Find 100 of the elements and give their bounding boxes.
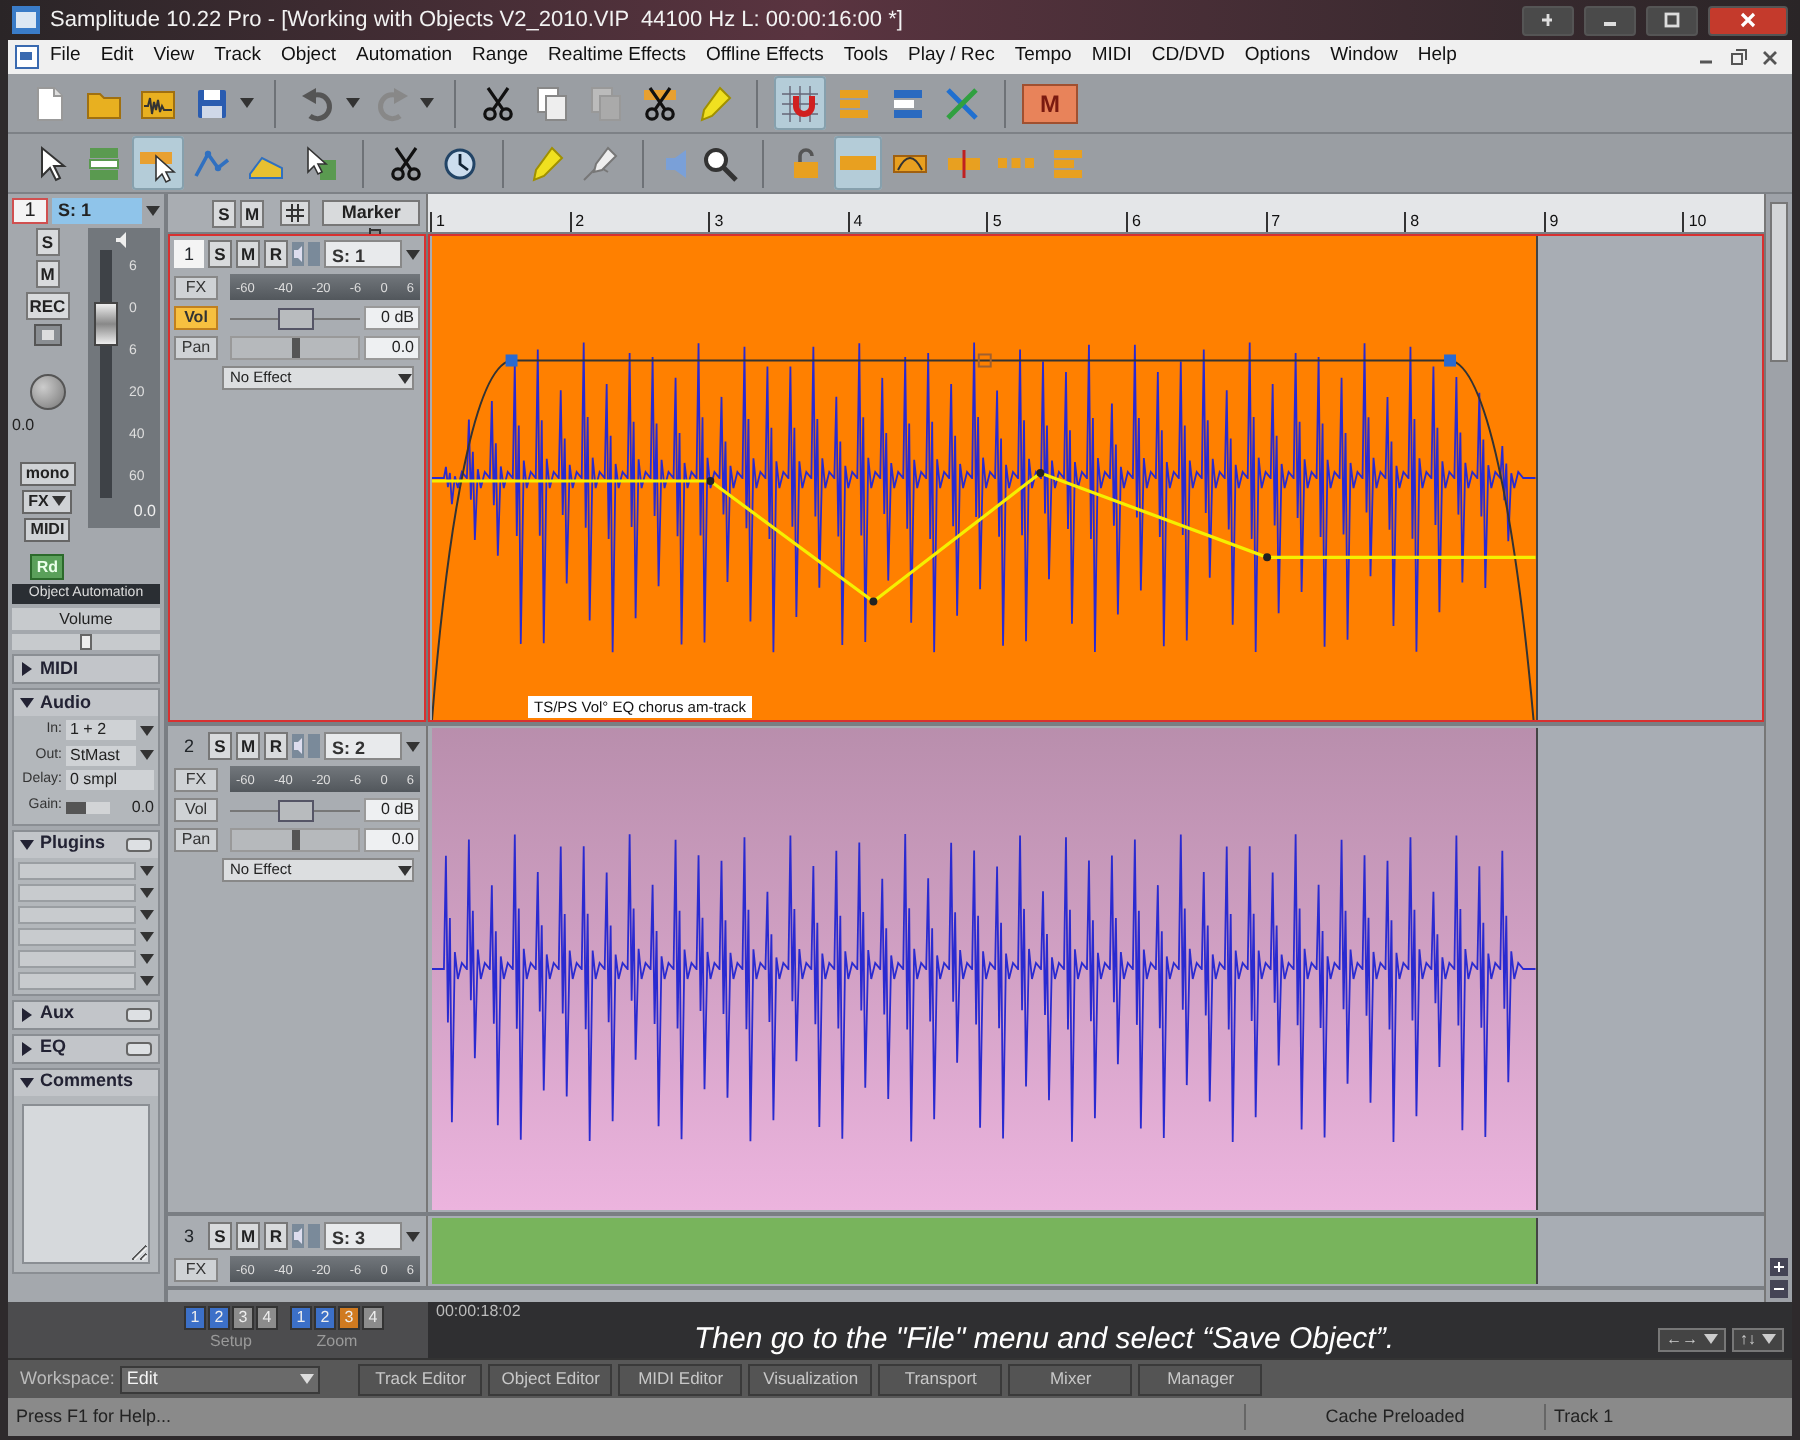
menu-item[interactable]: Realtime Effects <box>538 42 697 72</box>
caret-icon[interactable] <box>420 98 434 108</box>
collapse-arrow-icon[interactable] <box>20 837 34 851</box>
collapse-arrow-icon[interactable] <box>20 696 34 710</box>
record-button[interactable]: REC <box>25 292 70 320</box>
solo-button[interactable]: S <box>212 199 236 227</box>
volume-button[interactable]: Vol <box>174 798 218 822</box>
pan-slider[interactable] <box>230 828 360 852</box>
fx-button[interactable]: FX <box>174 767 218 791</box>
fx-button[interactable]: FX <box>174 1257 218 1281</box>
workspace-select[interactable]: Edit <box>120 1365 321 1393</box>
track-name-field[interactable]: S: 1 <box>52 198 142 224</box>
expand-arrow-icon[interactable] <box>20 1041 34 1055</box>
menu-item[interactable]: View <box>143 42 205 72</box>
scrollbar-thumb[interactable] <box>1770 202 1788 362</box>
automation-parameter[interactable]: Volume <box>12 608 160 630</box>
option-button[interactable]: MIDI <box>24 518 71 542</box>
workspace-tab[interactable]: Track Editor <box>358 1363 483 1395</box>
comment-field[interactable] <box>22 1103 150 1263</box>
maximize-button[interactable] <box>1646 5 1698 35</box>
timeline-ruler[interactable]: 1 2 3 4 5 6 7 8 9 10 <box>428 194 1764 232</box>
section-toggle[interactable] <box>126 1041 152 1055</box>
plus-icon[interactable] <box>1770 1258 1788 1276</box>
expand-arrow-icon[interactable] <box>20 1007 34 1021</box>
menu-item[interactable]: Edit <box>90 42 144 72</box>
zoom-dropdown[interactable]: ←→ <box>1658 1327 1726 1351</box>
zoom-dropdown[interactable]: ↑↓ <box>1732 1327 1784 1351</box>
input-field[interactable]: 0 smpl <box>66 770 154 791</box>
track-name-field[interactable]: S: 3 <box>324 1222 402 1250</box>
option-button[interactable]: FX <box>22 490 73 514</box>
pan-slider[interactable] <box>230 336 360 360</box>
menu-item[interactable]: Tempo <box>1004 42 1082 72</box>
minus-icon[interactable] <box>1770 1280 1788 1298</box>
grid-button[interactable] <box>280 200 311 226</box>
monitor-icon[interactable] <box>292 1224 320 1248</box>
pan-button[interactable]: Pan <box>174 828 218 852</box>
caret-icon[interactable] <box>406 249 420 259</box>
monitor-icon[interactable] <box>292 734 320 758</box>
menu-item[interactable]: Window <box>1320 42 1408 72</box>
menu-item[interactable]: CD/DVD <box>1141 42 1235 72</box>
workspace-tab[interactable]: Object Editor <box>488 1363 613 1395</box>
caret-icon[interactable] <box>146 206 160 216</box>
workspace-tab[interactable]: MIDI Editor <box>618 1363 743 1395</box>
minimize-button[interactable] <box>1584 5 1636 35</box>
setup-preset-button[interactable]: 2 <box>208 1306 230 1330</box>
slider-thumb[interactable] <box>277 799 313 821</box>
workspace-tab[interactable]: Manager <box>1138 1363 1263 1395</box>
automation-slider[interactable] <box>12 634 160 650</box>
solo-button[interactable]: S <box>208 1222 232 1250</box>
mute-button[interactable]: M <box>236 732 260 760</box>
pan-button[interactable]: Pan <box>174 336 218 360</box>
menu-item[interactable]: Help <box>1407 42 1467 72</box>
record-button[interactable]: R <box>264 240 288 268</box>
track-name-field[interactable]: S: 2 <box>324 732 402 760</box>
workspace-tab[interactable]: Mixer <box>1008 1363 1133 1395</box>
workspace-tab[interactable]: Visualization <box>748 1363 873 1395</box>
section-toggle[interactable] <box>126 1007 152 1021</box>
close-icon[interactable] <box>1760 47 1780 67</box>
pan-knob[interactable] <box>29 374 66 410</box>
solo-button[interactable]: S <box>208 240 232 268</box>
menu-item[interactable]: Automation <box>345 42 463 72</box>
track-name-field[interactable]: S: 1 <box>324 240 402 268</box>
solo-button[interactable]: S <box>208 732 232 760</box>
select-field[interactable]: 1 + 2 <box>66 720 136 741</box>
fx-button[interactable]: FX <box>174 275 218 299</box>
menu-item[interactable]: Range <box>462 42 539 72</box>
caret-icon[interactable] <box>406 1231 420 1241</box>
workspace-tab[interactable]: Transport <box>878 1363 1003 1395</box>
slider-thumb[interactable] <box>291 830 299 850</box>
record-button[interactable]: R <box>264 1222 288 1250</box>
expand-arrow-icon[interactable] <box>20 662 34 676</box>
toolbar-button[interactable] <box>132 136 184 190</box>
caret-icon[interactable] <box>406 741 420 751</box>
zoom-preset-button[interactable]: 2 <box>314 1306 336 1330</box>
caret-icon[interactable] <box>346 98 360 108</box>
input-monitor-icon[interactable] <box>33 324 62 346</box>
caret-icon[interactable] <box>240 98 254 108</box>
document-icon[interactable] <box>14 44 40 70</box>
menu-item[interactable]: Options <box>1234 42 1321 72</box>
mute-button[interactable]: M <box>236 240 260 268</box>
toolbar-button[interactable]: M <box>1022 83 1078 123</box>
slider-thumb[interactable] <box>277 307 313 329</box>
mute-button[interactable]: M <box>35 260 60 288</box>
slider-thumb[interactable] <box>291 338 299 358</box>
menu-item[interactable]: Tools <box>833 42 899 72</box>
volume-button[interactable]: Vol <box>174 306 218 330</box>
section-toggle[interactable] <box>126 837 152 851</box>
mute-button[interactable]: M <box>240 199 264 227</box>
solo-button[interactable]: S <box>35 228 60 256</box>
menu-item[interactable]: Track <box>204 42 272 72</box>
menu-item[interactable]: MIDI <box>1081 42 1142 72</box>
monitor-icon[interactable] <box>292 242 320 266</box>
menu-item[interactable]: Play / Rec <box>898 42 1005 72</box>
zoom-preset-button[interactable]: 1 <box>290 1306 312 1330</box>
collapse-arrow-icon[interactable] <box>20 1075 34 1089</box>
menu-item[interactable]: File <box>40 42 91 72</box>
setup-preset-button[interactable]: 1 <box>184 1306 206 1330</box>
mute-button[interactable]: M <box>236 1222 260 1250</box>
close-button[interactable] <box>1708 5 1788 35</box>
option-button[interactable]: mono <box>19 462 76 486</box>
